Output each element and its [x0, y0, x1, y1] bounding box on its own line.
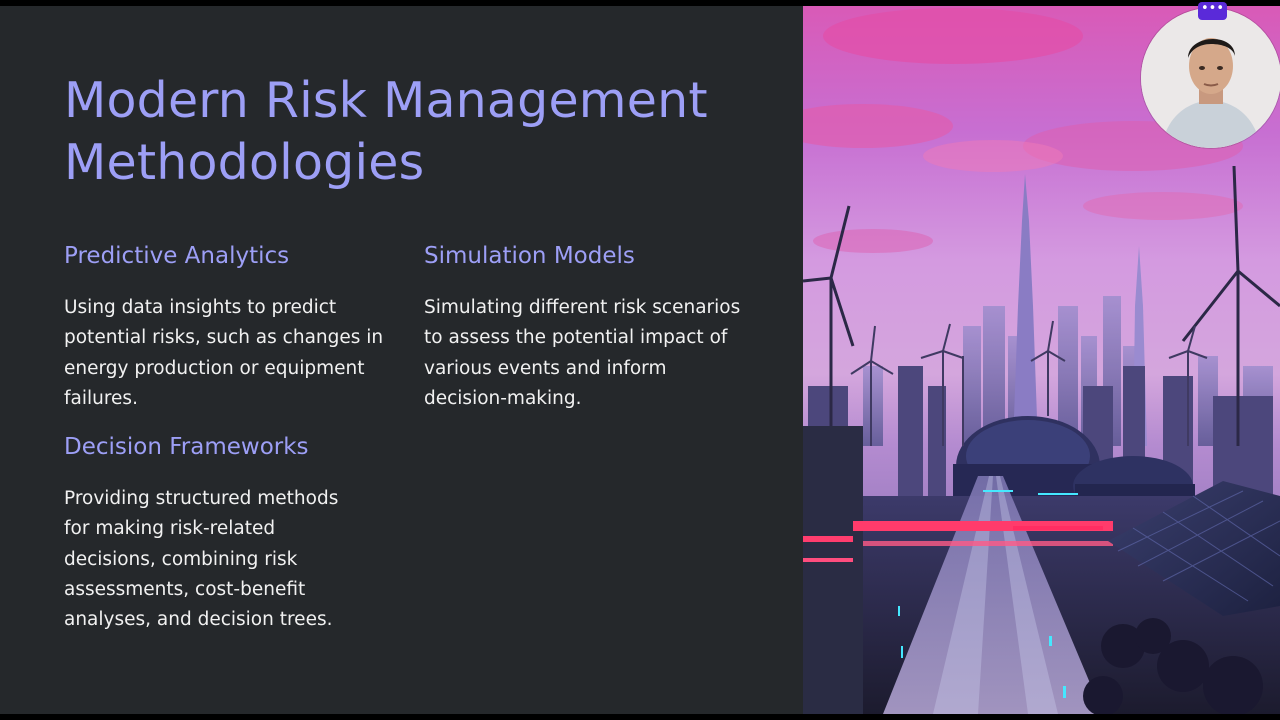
video-frame: Modern Risk Management Methodologies Pre… — [0, 0, 1280, 720]
presenter-avatar — [1141, 8, 1280, 148]
section-heading-decision-frameworks: Decision Frameworks — [64, 434, 309, 460]
presenter-webcam — [1141, 8, 1280, 148]
section-heading-predictive-analytics: Predictive Analytics — [64, 243, 290, 269]
more-options-icon: ••• — [1200, 1, 1224, 16]
more-options-button[interactable]: ••• — [1198, 2, 1227, 20]
section-body-decision-frameworks: Providing structured methods for making … — [64, 488, 339, 631]
slide-text-panel: Modern Risk Management Methodologies Pre… — [0, 6, 803, 714]
presentation-slide: Modern Risk Management Methodologies Pre… — [0, 6, 1280, 714]
section-body-predictive-analytics: Using data insights to predict potential… — [64, 297, 384, 409]
section-heading-simulation-models: Simulation Models — [424, 243, 635, 269]
section-body-simulation-models: Simulating different risk scenarios to a… — [424, 297, 741, 409]
slide-title: Modern Risk Management Methodologies — [64, 72, 708, 191]
